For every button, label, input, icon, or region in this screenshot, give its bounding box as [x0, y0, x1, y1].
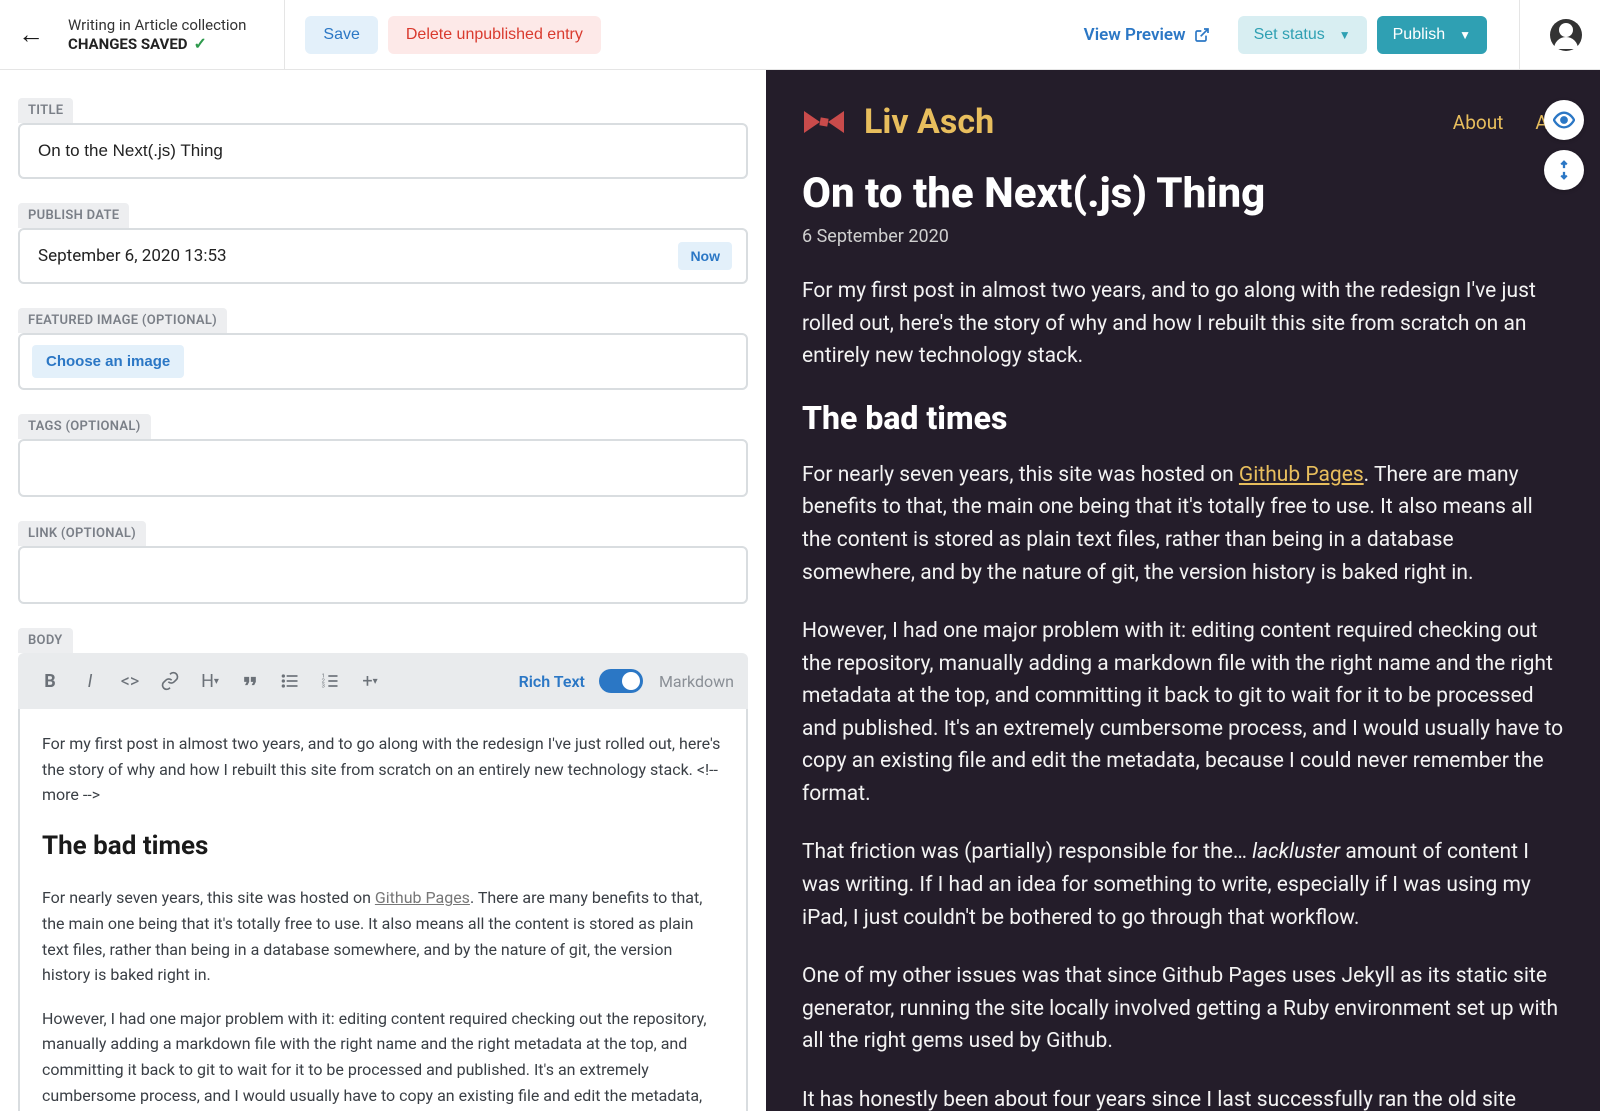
featured-image-box: Choose an image	[18, 333, 748, 390]
publish-date-field: PUBLISH DATE September 6, 2020 13:53 Now	[18, 203, 748, 284]
now-button[interactable]: Now	[678, 242, 732, 270]
body-heading: The bad times	[42, 826, 724, 868]
publish-date-row: September 6, 2020 13:53 Now	[18, 228, 748, 284]
link-icon[interactable]	[152, 663, 188, 699]
bullet-list-icon[interactable]	[272, 663, 308, 699]
external-link-icon	[1194, 27, 1210, 43]
title-label: TITLE	[18, 98, 73, 123]
chevron-down-icon: ▼	[1339, 28, 1351, 42]
publish-date-value[interactable]: September 6, 2020 13:53	[38, 246, 227, 266]
divider	[284, 0, 285, 70]
preview-site-header: Liv Asch About Arc	[766, 70, 1600, 170]
preview-paragraph: One of my other issues was that since Gi…	[802, 960, 1564, 1058]
featured-image-label: FEATURED IMAGE (OPTIONAL)	[18, 308, 227, 333]
preview-date: 6 September 2020	[802, 226, 1564, 247]
body-label: BODY	[18, 628, 73, 653]
svg-text:3: 3	[322, 684, 325, 690]
featured-image-field: FEATURED IMAGE (OPTIONAL) Choose an imag…	[18, 308, 748, 390]
divider	[1519, 0, 1520, 70]
collection-label: Writing in Article collection	[68, 16, 246, 34]
toolbar: ← Writing in Article collection CHANGES …	[0, 0, 1600, 70]
add-component-icon[interactable]: +▾	[352, 663, 388, 699]
bold-icon[interactable]: B	[32, 663, 68, 699]
body-paragraph: However, I had one major problem with it…	[42, 1006, 724, 1111]
link-input[interactable]	[18, 546, 748, 604]
sync-scroll-icon[interactable]	[1544, 150, 1584, 190]
tags-field: TAGS (OPTIONAL)	[18, 414, 748, 497]
numbered-list-icon[interactable]: 123	[312, 663, 348, 699]
publish-date-label: PUBLISH DATE	[18, 203, 129, 228]
link-label: LINK (OPTIONAL)	[18, 521, 146, 546]
preview-heading: The bad times	[802, 399, 1564, 437]
set-status-dropdown[interactable]: Set status ▼	[1238, 16, 1367, 54]
quote-icon[interactable]	[232, 663, 268, 699]
user-avatar[interactable]	[1550, 19, 1582, 51]
rich-text-label: Rich Text	[519, 672, 585, 691]
publish-dropdown[interactable]: Publish ▼	[1377, 16, 1487, 54]
heading-icon[interactable]: H▾	[192, 663, 228, 699]
title-field: TITLE	[18, 98, 748, 179]
body-toolbar: B I <> H▾ 123 +▾ Rich Text Markdown	[18, 653, 748, 709]
preview-link[interactable]: Github Pages	[1239, 463, 1364, 487]
check-icon: ✓	[194, 34, 207, 53]
tags-input[interactable]	[18, 439, 748, 497]
title-input[interactable]	[18, 123, 748, 179]
toggle-preview-icon[interactable]	[1544, 100, 1584, 140]
preview-paragraph: However, I had one major problem with it…	[802, 615, 1564, 810]
preview-site-name: Liv Asch	[864, 102, 994, 142]
preview-article: On to the Next(.js) Thing 6 September 20…	[766, 170, 1600, 1111]
bowtie-logo-icon	[802, 107, 846, 137]
body-paragraph: For nearly seven years, this site was ho…	[42, 885, 724, 987]
markdown-label: Markdown	[659, 672, 734, 691]
preview-pane: Liv Asch About Arc On to the Next(.js) T…	[766, 70, 1600, 1111]
body-link[interactable]: Github Pages	[375, 888, 470, 907]
collection-info: Writing in Article collection CHANGES SA…	[68, 16, 246, 53]
preview-paragraph: For my first post in almost two years, a…	[802, 275, 1564, 373]
choose-image-button[interactable]: Choose an image	[32, 345, 184, 378]
preview-title: On to the Next(.js) Thing	[802, 170, 1564, 218]
view-preview-link[interactable]: View Preview	[1084, 25, 1210, 45]
back-arrow-icon[interactable]: ←	[18, 19, 44, 50]
code-icon[interactable]: <>	[112, 663, 148, 699]
link-field: LINK (OPTIONAL)	[18, 521, 748, 604]
preview-nav-about[interactable]: About	[1453, 111, 1504, 134]
chevron-down-icon: ▼	[1459, 28, 1471, 42]
save-button[interactable]: Save	[305, 16, 377, 54]
delete-entry-button[interactable]: Delete unpublished entry	[388, 16, 601, 54]
body-editor[interactable]: For my first post in almost two years, a…	[18, 709, 748, 1111]
changes-saved-status: CHANGES SAVED ✓	[68, 34, 246, 53]
body-field: BODY B I <> H▾ 123 +▾ Rich Text Markdown…	[18, 628, 748, 1111]
preview-paragraph: That friction was (partially) responsibl…	[802, 836, 1564, 934]
tags-label: TAGS (OPTIONAL)	[18, 414, 151, 439]
body-paragraph: For my first post in almost two years, a…	[42, 731, 724, 808]
preview-paragraph: For nearly seven years, this site was ho…	[802, 459, 1564, 589]
preview-paragraph: It has honestly been about four years si…	[802, 1084, 1564, 1111]
italic-icon[interactable]: I	[72, 663, 108, 699]
editor-mode-toggle[interactable]	[599, 669, 643, 693]
editor-pane: TITLE PUBLISH DATE September 6, 2020 13:…	[0, 70, 766, 1111]
